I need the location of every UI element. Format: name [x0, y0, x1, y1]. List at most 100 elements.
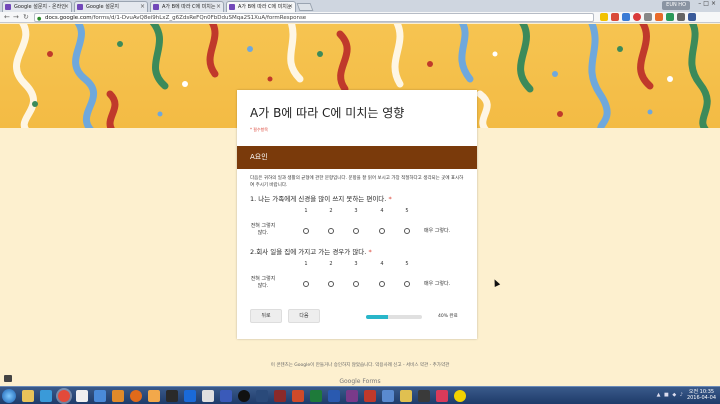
app-icon[interactable] [346, 390, 358, 402]
extension-icon[interactable] [644, 13, 652, 21]
report-icon[interactable] [4, 375, 12, 382]
maximize-icon[interactable]: □ [703, 0, 711, 7]
radio-option-3[interactable] [353, 281, 359, 287]
close-window-icon[interactable]: × [711, 0, 718, 7]
chrome-icon[interactable] [58, 390, 70, 402]
tab-close-icon[interactable]: × [140, 2, 145, 12]
system-tray-icons[interactable]: ▲ ■ ◆ ♪ [657, 392, 684, 398]
menu-icon[interactable] [688, 13, 696, 21]
start-button-icon[interactable] [2, 389, 16, 403]
scale-number: 3 [354, 261, 358, 267]
app-icon[interactable] [94, 390, 106, 402]
lock-icon: ● [37, 16, 42, 22]
scale-number: 3 [354, 208, 358, 214]
section-header: A요인 [237, 146, 477, 169]
radio-option-1[interactable] [303, 228, 309, 234]
question-text: 2.회사 일을 집에 가지고 가는 경우가 많다. [250, 248, 367, 256]
monitor-icon[interactable] [256, 390, 268, 402]
page-footer-text: 이 콘텐츠는 Google이 만들거나 승인하지 않았습니다. 악용사례 신고 … [270, 363, 450, 368]
forms-favicon-icon [77, 4, 83, 10]
forward-arrow-icon[interactable]: → [13, 12, 19, 23]
extension-icon[interactable] [666, 13, 674, 21]
tab-label: Google 설문지 [86, 4, 120, 10]
scale-high-label: 매우 그렇다. [424, 281, 451, 287]
app-icon[interactable] [364, 390, 376, 402]
form-card: A가 B에 따라 C에 미치는 영향 * 필수항목 A요인 다음은 귀하의 일과… [237, 90, 477, 339]
extension-icon[interactable] [611, 13, 619, 21]
browser-user-button[interactable]: EUN HO [662, 1, 690, 10]
extension-icon[interactable] [633, 13, 641, 21]
excel-icon[interactable] [310, 390, 322, 402]
extension-icon[interactable] [622, 13, 630, 21]
tab-close-icon[interactable]: × [216, 2, 221, 12]
tab-label: Google 설문지 - 온라인 [14, 4, 66, 10]
star-icon[interactable] [600, 13, 608, 21]
reload-icon[interactable]: ↻ [23, 12, 29, 23]
extension-icon[interactable] [655, 13, 663, 21]
browser-tab-active[interactable]: A가 B에 따라 C에 미치는 × [226, 1, 296, 12]
extension-icon[interactable] [677, 13, 685, 21]
address-bar[interactable]: ● docs.google.com/forms/d/1-DvuAvQ8ei9hL… [34, 13, 594, 22]
app-icon[interactable] [184, 390, 196, 402]
scale-number: 4 [380, 261, 384, 267]
tab-close-icon[interactable]: × [288, 2, 293, 12]
question-1-scale: 1 2 3 4 5 전혀 그렇지 않다. 매우 그렇다. [237, 206, 477, 246]
window-controls[interactable]: –□× [698, 0, 718, 7]
question-text: 1. 나는 가족에게 신경을 많이 쓰지 못하는 편이다. [250, 195, 387, 203]
tab-close-icon[interactable]: × [64, 2, 69, 12]
radio-option-5[interactable] [404, 228, 410, 234]
back-arrow-icon[interactable]: ← [4, 12, 10, 23]
powerpoint-icon[interactable] [292, 390, 304, 402]
windows-taskbar: ▲ ■ ◆ ♪ 오전 10:35 2016-04-04 [0, 386, 720, 404]
kakaotalk-icon[interactable] [454, 390, 466, 402]
progress-label: 40% 완료 [438, 314, 458, 319]
radio-option-5[interactable] [404, 281, 410, 287]
browser-tab-2[interactable]: Google 설문지 × [74, 1, 148, 12]
required-marker: * [388, 195, 392, 203]
word-icon[interactable] [328, 390, 340, 402]
scale-high-label: 매우 그렇다. [424, 228, 451, 234]
form-title: A가 B에 따라 C에 미치는 영향 [250, 106, 405, 120]
url-host: docs.google.com [45, 15, 92, 21]
radio-option-1[interactable] [303, 281, 309, 287]
google-forms-logo: Google Forms [339, 378, 381, 385]
app-icon[interactable] [76, 390, 88, 402]
radio-option-2[interactable] [328, 281, 334, 287]
forms-favicon-icon [5, 4, 11, 10]
app-icon[interactable] [400, 390, 412, 402]
app-icon[interactable] [436, 390, 448, 402]
app-icon[interactable] [220, 390, 232, 402]
app-icon[interactable] [166, 390, 178, 402]
app-icon[interactable] [418, 390, 430, 402]
back-button[interactable]: 뒤로 [250, 309, 282, 323]
app-icon[interactable] [238, 390, 250, 402]
scale-number: 5 [405, 261, 409, 267]
new-tab-button[interactable] [296, 3, 314, 11]
forms-favicon-icon [229, 4, 235, 10]
firefox-icon[interactable] [130, 390, 142, 402]
app-icon[interactable] [112, 390, 124, 402]
app-icon[interactable] [274, 390, 286, 402]
tab-label: A가 B에 따라 C에 미치는 [162, 4, 216, 10]
radio-option-3[interactable] [353, 228, 359, 234]
mouse-cursor-icon [491, 278, 501, 287]
explorer-icon[interactable] [22, 390, 34, 402]
scale-number: 4 [380, 208, 384, 214]
scale-number: 2 [329, 261, 333, 267]
browser-tab-3[interactable]: A가 B에 따라 C에 미치는 × [150, 1, 224, 12]
system-clock[interactable]: 오전 10:35 2016-04-04 [687, 389, 716, 401]
drive-icon[interactable] [40, 390, 52, 402]
scale-low-label: 전혀 그렇지 않다. [250, 223, 276, 236]
radio-option-4[interactable] [379, 281, 385, 287]
radio-option-4[interactable] [379, 228, 385, 234]
scale-number: 2 [329, 208, 333, 214]
question-2-title: 2.회사 일을 집에 가지고 가는 경우가 많다. * [237, 246, 477, 259]
app-icon[interactable] [382, 390, 394, 402]
next-button[interactable]: 다음 [288, 309, 320, 323]
progress-bar [366, 315, 422, 319]
radio-option-2[interactable] [328, 228, 334, 234]
browser-tab-1[interactable]: Google 설문지 - 온라인 × [2, 1, 72, 12]
app-icon[interactable] [148, 390, 160, 402]
section-description: 다음은 귀하의 일과 생활의 균형에 관한 문항입니다. 문항을 잘 읽어 보시… [250, 176, 464, 188]
app-icon[interactable] [202, 390, 214, 402]
